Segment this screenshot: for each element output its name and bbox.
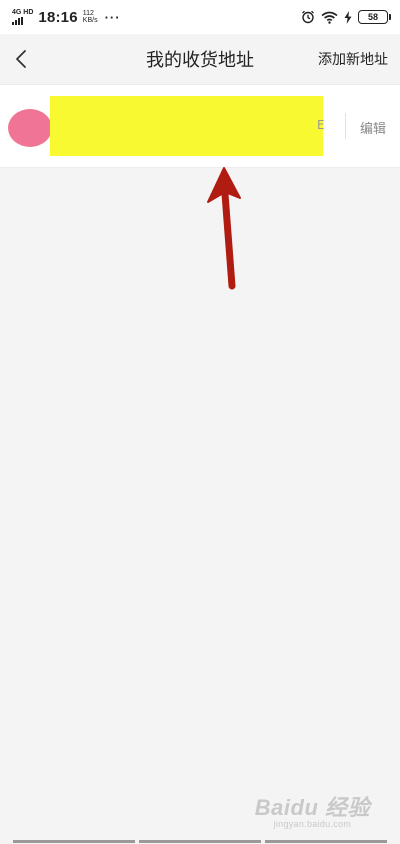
address-item[interactable]: E 编辑 [0, 84, 400, 168]
network-indicator: 4G HD [12, 9, 33, 25]
battery-icon: 58 [358, 10, 391, 24]
address-info-redacted [50, 96, 323, 156]
watermark-url: jingyan.baidu.com [273, 819, 352, 830]
speed-unit: KB/s [82, 17, 98, 24]
home-indicator [0, 840, 400, 844]
chevron-left-icon [16, 50, 26, 68]
status-bar: 4G HD 18:16 112 KB/s ··· 58 [0, 0, 400, 34]
signal-icon [12, 17, 23, 25]
status-left: 4G HD 18:16 112 KB/s ··· [12, 9, 121, 26]
wifi-icon [321, 11, 338, 24]
more-notifications: ··· [104, 9, 121, 25]
nav-bar: 我的收货地址 添加新地址 [0, 34, 400, 84]
clock: 18:16 [38, 8, 78, 26]
back-button[interactable] [6, 43, 36, 75]
network-speed: 112 KB/s [83, 10, 98, 24]
watermark-brand: Baidu 经验 [254, 794, 370, 820]
speed-value: 112 [82, 10, 94, 17]
divider [345, 113, 346, 139]
charging-icon [344, 10, 352, 24]
edit-button[interactable]: 编辑 [360, 85, 386, 169]
battery-level: 58 [367, 12, 378, 22]
page-title: 我的收货地址 [146, 50, 254, 71]
network-type: 4G HD [12, 9, 34, 16]
add-address-button[interactable]: 添加新地址 [318, 34, 388, 84]
alarm-icon [302, 10, 314, 24]
screen: 4G HD 18:16 112 KB/s ··· 58 我的收货地址 添加新地址… [0, 0, 400, 844]
status-right: 58 [301, 10, 391, 24]
default-address-radio[interactable] [8, 109, 52, 147]
watermark: Baidu 经验 jingyan.baidu.com [254, 794, 370, 830]
address-tail-text: E [317, 118, 325, 132]
